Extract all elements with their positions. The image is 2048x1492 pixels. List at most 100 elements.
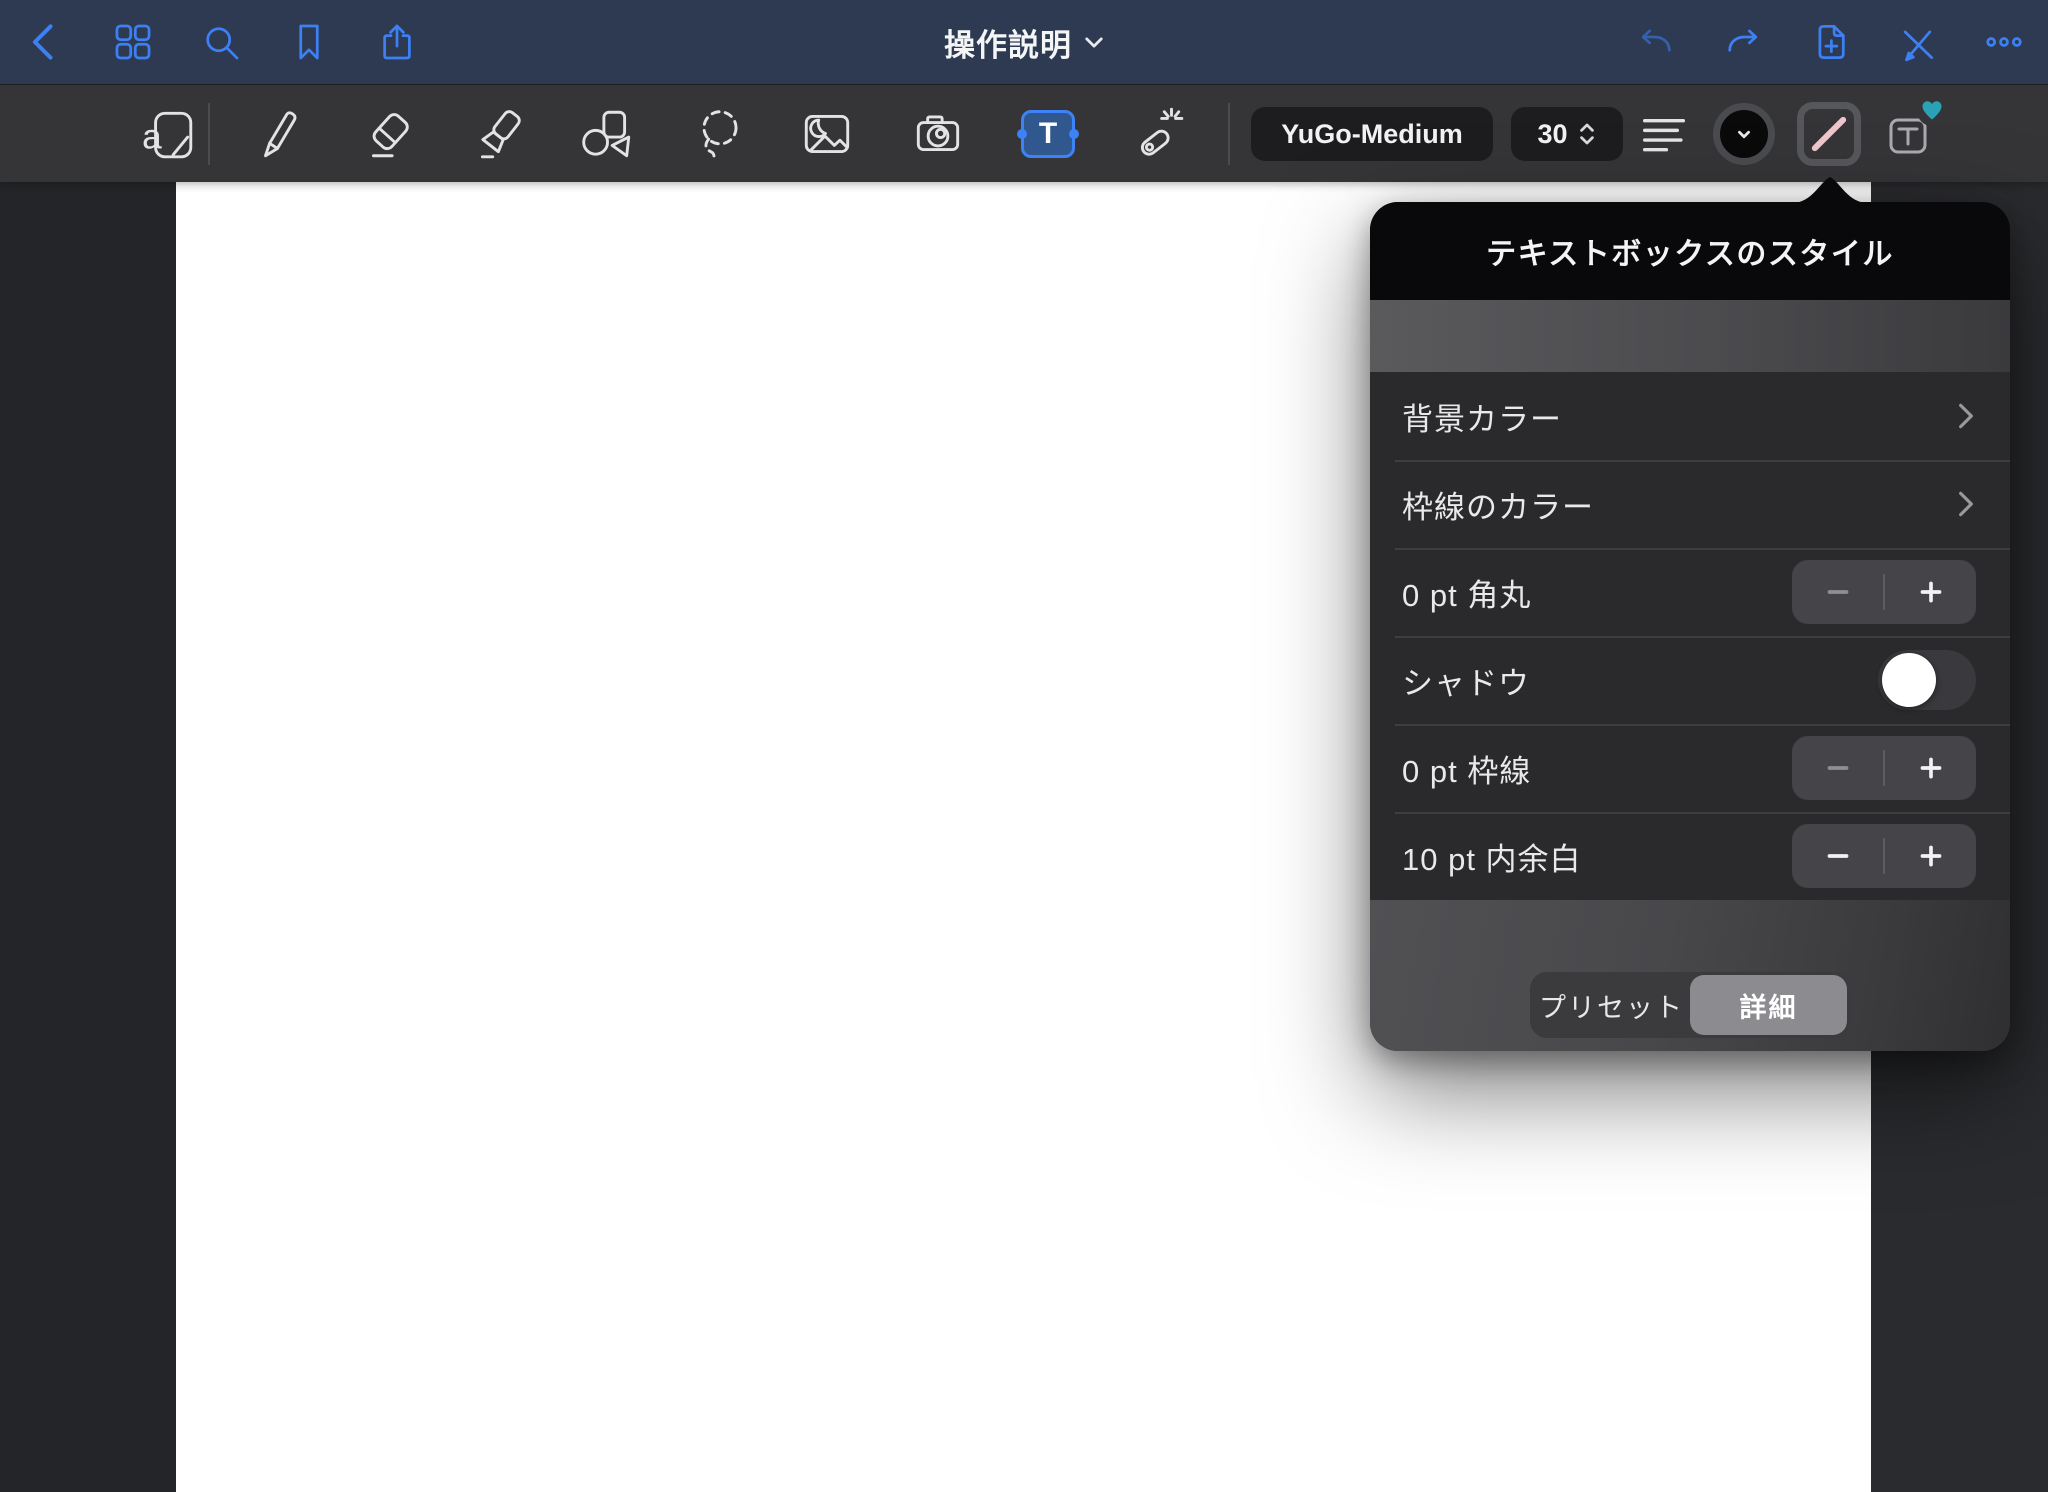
text-color-button[interactable] [1713, 103, 1775, 165]
popover-rows: 背景カラー 枠線のカラー 0 pt 角丸 [1370, 372, 2010, 900]
plus-button[interactable] [1885, 824, 1976, 888]
eraser-tool-button[interactable] [359, 104, 419, 164]
page-thumbnails-button[interactable] [109, 18, 157, 66]
back-button[interactable] [21, 18, 69, 66]
eraser-icon [360, 105, 418, 163]
preset-detail-segmented-control: プリセット 詳細 [1530, 972, 1850, 1038]
minus-icon [1823, 577, 1853, 607]
row-background-color[interactable]: 背景カラー [1370, 372, 2010, 460]
page-title: 操作説明 [944, 20, 1072, 65]
grid-icon [111, 20, 155, 64]
search-icon [199, 20, 243, 64]
font-name-label: YuGo-Medium [1281, 119, 1463, 150]
popover-footer: プリセット 詳細 [1370, 900, 2010, 1051]
row-label: シャドウ [1402, 658, 1530, 703]
app-window: 操作説明 [0, 0, 2048, 1492]
row-corner-radius: 0 pt 角丸 [1370, 548, 2010, 636]
font-button[interactable]: YuGo-Medium [1251, 107, 1493, 161]
minus-button[interactable] [1792, 824, 1883, 888]
chevron-right-icon [1956, 400, 1976, 432]
camera-icon [909, 105, 967, 163]
highlighter-tool-button[interactable] [470, 104, 530, 164]
image-icon [798, 105, 856, 163]
chevron-down-icon [1733, 123, 1755, 145]
row-border-width: 0 pt 枠線 [1370, 724, 2010, 812]
text-tool-button[interactable]: T [1018, 104, 1078, 164]
stroke-style-icon [1811, 116, 1848, 153]
popover-arrow [1792, 175, 1868, 203]
shadow-toggle[interactable] [1878, 650, 1976, 710]
more-button[interactable] [1980, 18, 2028, 66]
textbox-style-popover: テキストボックスのスタイル 背景カラー 枠線のカラー 0 pt 角丸 [1370, 202, 2010, 1051]
plus-icon [1916, 577, 1946, 607]
redo-icon [1721, 20, 1765, 64]
topbar-right-group [1632, 0, 2028, 84]
corner-radius-stepper [1792, 560, 1976, 624]
laser-pointer-button[interactable] [1127, 104, 1187, 164]
segment-label: 詳細 [1740, 986, 1798, 1025]
undo-button[interactable] [1632, 18, 1680, 66]
editing-toolbar: a [0, 84, 2048, 182]
add-page-icon [1808, 20, 1852, 64]
minus-button[interactable] [1792, 560, 1883, 624]
popover-header: テキストボックスのスタイル [1370, 202, 2010, 300]
stylus-toggle-button[interactable] [1893, 18, 1941, 66]
pen-icon [251, 105, 309, 163]
popover-preview-strip [1370, 300, 2010, 372]
shapes-tool-button[interactable] [577, 104, 637, 164]
padding-stepper [1792, 824, 1976, 888]
selection-handle [1017, 129, 1027, 139]
text-align-button[interactable] [1634, 104, 1694, 164]
font-size-stepper[interactable]: 30 [1511, 107, 1623, 161]
textbox-style-button[interactable] [1797, 102, 1861, 166]
image-tool-button[interactable] [797, 104, 857, 164]
row-border-color[interactable]: 枠線のカラー [1370, 460, 2010, 548]
minus-icon [1823, 841, 1853, 871]
heart-badge [1917, 96, 1947, 126]
lasso-tool-button[interactable] [690, 104, 750, 164]
row-label: 枠線のカラー [1402, 482, 1594, 527]
page-panel-icon: a [139, 105, 197, 163]
top-navigation-bar: 操作説明 [0, 0, 2048, 84]
row-label: 背景カラー [1402, 394, 1562, 439]
chevron-down-icon [1084, 36, 1104, 49]
laser-pointer-icon [1128, 105, 1186, 163]
row-padding: 10 pt 内余白 [1370, 812, 2010, 900]
row-label: 0 pt 角丸 [1402, 570, 1531, 615]
segment-label: プリセット [1539, 986, 1684, 1025]
lasso-icon [691, 105, 749, 163]
minus-icon [1823, 753, 1853, 783]
minus-button[interactable] [1792, 736, 1883, 800]
share-button[interactable] [373, 18, 421, 66]
highlighter-icon [471, 105, 529, 163]
topbar-left-group [21, 0, 421, 84]
plus-button[interactable] [1885, 560, 1976, 624]
search-button[interactable] [197, 18, 245, 66]
add-page-button[interactable] [1806, 18, 1854, 66]
chevron-right-icon [1956, 488, 1976, 520]
pen-tool-button[interactable] [250, 104, 310, 164]
redo-button[interactable] [1719, 18, 1767, 66]
toolbar-separator [1228, 103, 1230, 165]
bookmark-button[interactable] [285, 18, 333, 66]
segment-detail[interactable]: 詳細 [1690, 975, 1847, 1035]
page-panel-button[interactable]: a [138, 104, 198, 164]
share-icon [375, 20, 419, 64]
text-tool-selected-icon: T [1021, 110, 1075, 158]
ellipsis-icon [1982, 20, 2026, 64]
align-left-icon [1635, 105, 1693, 163]
font-size-value: 30 [1537, 119, 1567, 150]
toggle-knob [1882, 653, 1936, 707]
popover-title: テキストボックスのスタイル [1486, 229, 1894, 273]
camera-tool-button[interactable] [908, 104, 968, 164]
segment-preset[interactable]: プリセット [1533, 975, 1690, 1035]
pen-disable-icon [1895, 20, 1939, 64]
selection-handle [1069, 129, 1079, 139]
plus-button[interactable] [1885, 736, 1976, 800]
undo-icon [1634, 20, 1678, 64]
plus-icon [1916, 841, 1946, 871]
document-title-button[interactable]: 操作説明 [944, 0, 1104, 84]
shapes-icon [578, 105, 636, 163]
text-favorites-button[interactable] [1879, 102, 1943, 166]
chevron-left-icon [23, 20, 67, 64]
